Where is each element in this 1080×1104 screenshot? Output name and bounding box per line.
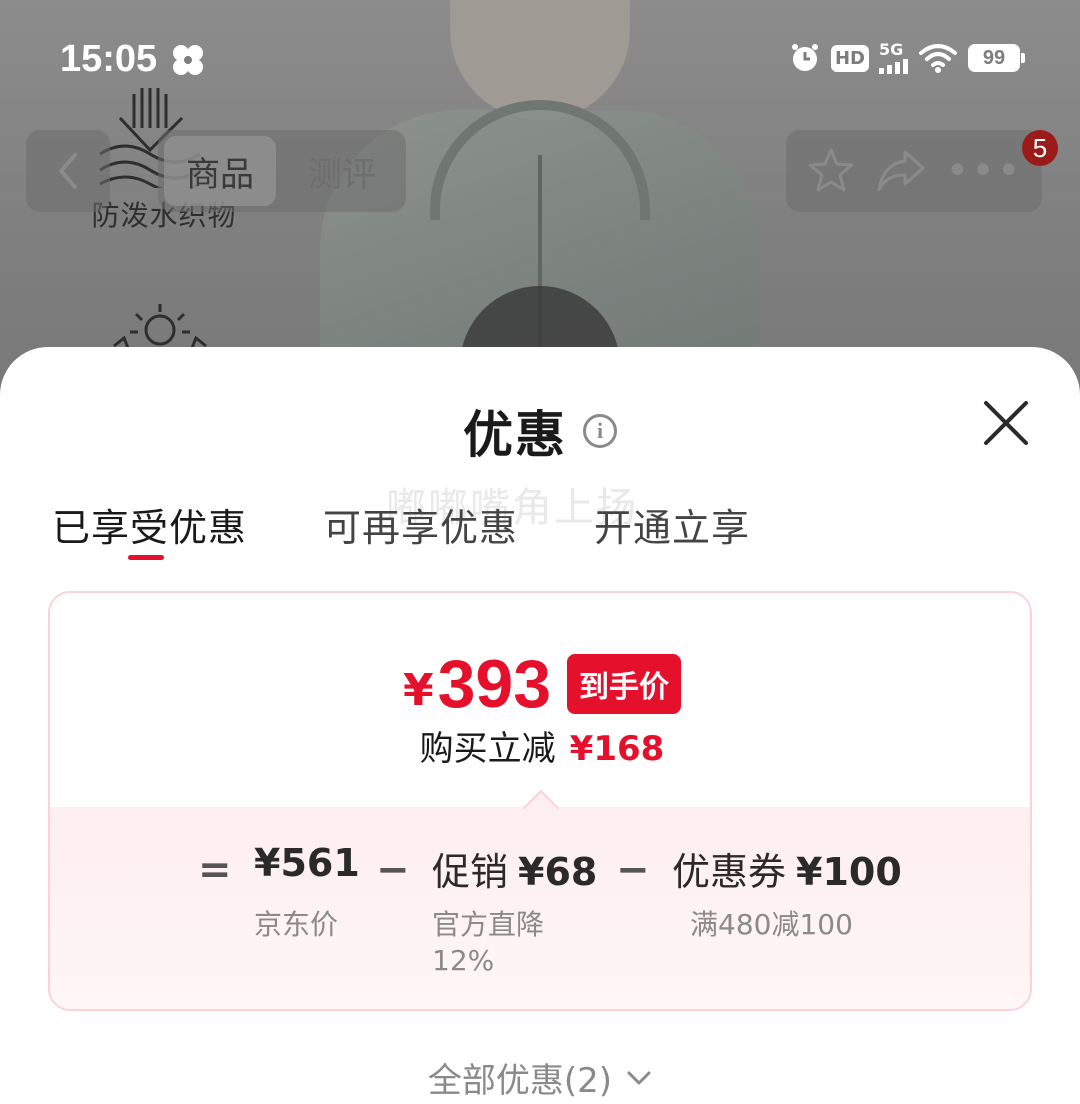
promo-value: ¥68 bbox=[518, 850, 598, 894]
page-tabs: 商品 测评 bbox=[158, 130, 406, 212]
coupon-condition: 满480减100 bbox=[690, 908, 853, 941]
promo-sub-percent: 12% bbox=[432, 944, 495, 977]
promo-amount: 促销 ¥68 bbox=[432, 841, 597, 896]
hd-icon: HD bbox=[830, 44, 869, 72]
equals-sign: = bbox=[198, 847, 232, 893]
minus-sign: − bbox=[376, 847, 410, 893]
tab-reviews[interactable]: 测评 bbox=[286, 136, 398, 206]
info-icon[interactable]: i bbox=[583, 414, 617, 448]
alarm-icon bbox=[791, 44, 818, 71]
all-offers-label: 全部优惠(2) bbox=[427, 1061, 613, 1101]
coupon-label: 优惠券 bbox=[672, 850, 787, 894]
jd-price-label: 京东价 bbox=[254, 908, 339, 941]
wifi-icon bbox=[919, 44, 957, 73]
battery-indicator: 99 bbox=[968, 44, 1025, 72]
saving-row: 购买立减 ¥168 bbox=[50, 721, 1030, 770]
tab-label: 可再享优惠 bbox=[323, 506, 519, 550]
final-price-row: ¥ 393 到手价 bbox=[50, 645, 1030, 723]
saving-amount: ¥168 bbox=[569, 729, 665, 769]
star-icon[interactable] bbox=[806, 146, 856, 196]
promo-sub-label: 官方直降 bbox=[432, 908, 545, 941]
final-price: 393 bbox=[437, 646, 552, 722]
active-tab-indicator bbox=[128, 555, 164, 560]
promo-sub: 官方直降 12% bbox=[432, 907, 544, 979]
price-breakdown-card: ¥ 393 到手价 购买立减 ¥168 = ¥561 京东价 − 促销 ¥68 官… bbox=[48, 591, 1032, 1011]
jd-price-amount: ¥561 bbox=[254, 841, 360, 885]
chevron-down-icon bbox=[627, 1071, 651, 1084]
promo-label: 促销 bbox=[432, 850, 509, 894]
tab-activate-offers[interactable]: 开通立享 bbox=[594, 497, 750, 552]
saving-label: 购买立减 bbox=[419, 729, 556, 769]
status-bar: 15:05 HD 5G 99 bbox=[0, 0, 1080, 120]
top-actions: ••• bbox=[786, 130, 1042, 212]
cellular-signal-icon: 5G bbox=[879, 42, 908, 74]
back-button[interactable] bbox=[26, 130, 110, 212]
coupon-amount: 优惠券 ¥100 bbox=[672, 841, 902, 896]
minus-sign: − bbox=[616, 847, 650, 893]
status-icons: HD 5G 99 bbox=[789, 42, 1025, 74]
tab-product[interactable]: 商品 bbox=[164, 136, 276, 206]
clock: 15:05 bbox=[60, 38, 158, 80]
final-price-tag: 到手价 bbox=[567, 654, 682, 714]
sun-icon bbox=[113, 304, 207, 349]
close-icon[interactable] bbox=[976, 393, 1036, 453]
tab-label: 已享受优惠 bbox=[52, 506, 248, 550]
tab-enjoyed-offers[interactable]: 已享受优惠 bbox=[52, 497, 248, 560]
offers-sheet: 优惠 i 嘟嘟嘴角上扬 已享受优惠 可再享优惠 开通立享 ¥ 393 到手价 购… bbox=[0, 347, 1080, 1104]
all-offers-toggle[interactable]: 全部优惠(2) bbox=[0, 1053, 1080, 1102]
share-icon[interactable] bbox=[875, 148, 927, 194]
offer-tabs: 已享受优惠 可再享优惠 开通立享 bbox=[52, 497, 750, 560]
final-price-section: ¥ 393 到手价 购买立减 ¥168 bbox=[50, 593, 1030, 807]
more-icon[interactable]: ••• bbox=[946, 151, 1023, 191]
tab-more-offers[interactable]: 可再享优惠 bbox=[323, 497, 518, 552]
network-type: 5G bbox=[879, 40, 904, 59]
sheet-title: 优惠 bbox=[463, 406, 567, 464]
coupon-value: ¥100 bbox=[796, 850, 902, 894]
chevron-left-icon bbox=[59, 153, 77, 189]
notification-badge: 5 bbox=[1022, 130, 1058, 166]
tab-label: 开通立享 bbox=[594, 506, 751, 550]
breakdown-section: = ¥561 京东价 − 促销 ¥68 官方直降 12% − 优惠券 ¥100 满4… bbox=[50, 807, 1030, 1009]
sheet-header: 优惠 i bbox=[0, 395, 1080, 467]
pinwheel-icon bbox=[173, 45, 203, 75]
currency-symbol: ¥ bbox=[402, 664, 434, 716]
